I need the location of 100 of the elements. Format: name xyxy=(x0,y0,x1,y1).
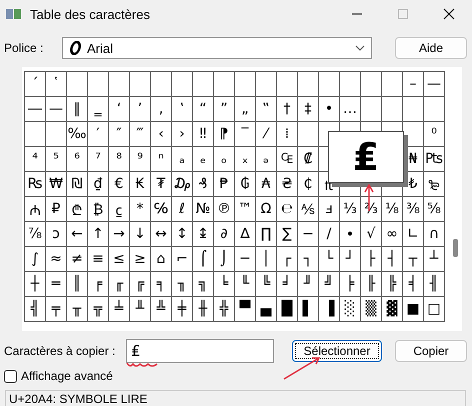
character-cell[interactable]: ≡ xyxy=(88,247,109,272)
character-cell[interactable]: ” xyxy=(214,97,235,122)
character-cell[interactable]: ╢ xyxy=(424,272,445,297)
character-cell[interactable]: ₧ xyxy=(424,147,445,172)
character-cell[interactable]: ‹ xyxy=(151,122,172,147)
character-cell[interactable]: № xyxy=(193,197,214,222)
character-cell[interactable]: ₠ xyxy=(277,147,298,172)
character-cell[interactable]: ┼ xyxy=(25,272,46,297)
character-cell[interactable]: ╞ xyxy=(340,272,361,297)
character-cell[interactable]: ℗ xyxy=(214,197,235,222)
character-cell[interactable]: ₯ xyxy=(172,172,193,197)
character-cell[interactable]: ℮ xyxy=(277,197,298,222)
character-cell[interactable]: ═ xyxy=(46,272,67,297)
character-cell[interactable]: ╨ xyxy=(130,297,151,322)
character-cell[interactable]: ∂ xyxy=(214,222,235,247)
character-cell[interactable]: ⃀ xyxy=(109,197,130,222)
character-cell[interactable]: ℓ xyxy=(172,197,193,222)
character-cell[interactable]: ║ xyxy=(67,272,88,297)
character-cell[interactable]: – xyxy=(403,72,424,97)
character-cell[interactable]: ₾ xyxy=(67,197,88,222)
character-cell[interactable]: † xyxy=(277,97,298,122)
character-cell[interactable]: ⅍ xyxy=(298,197,319,222)
copy-field[interactable]: ₤ xyxy=(126,339,274,363)
character-cell[interactable]: ´ xyxy=(25,72,46,97)
character-cell[interactable]: ₿ xyxy=(88,197,109,222)
character-cell[interactable]: ₵ xyxy=(298,172,319,197)
character-cell[interactable]: ↄ xyxy=(46,222,67,247)
character-cell[interactable]: ⅎ xyxy=(319,197,340,222)
character-cell[interactable]: ₰ xyxy=(193,172,214,197)
character-cell[interactable]: → xyxy=(109,222,130,247)
character-cell[interactable]: ▀ xyxy=(235,297,256,322)
character-cell[interactable]: ⁷ xyxy=(88,147,109,172)
character-cell[interactable]: ┘ xyxy=(340,247,361,272)
character-cell[interactable]: ≠ xyxy=(67,247,88,272)
character-cell[interactable]: ₒ xyxy=(214,147,235,172)
character-cell[interactable]: ‡ xyxy=(298,97,319,122)
character-cell[interactable]: ₩ xyxy=(46,172,67,197)
character-cell[interactable]: ╡ xyxy=(403,272,424,297)
character-cell[interactable]: ╤ xyxy=(46,297,67,322)
character-cell[interactable]: ∩ xyxy=(424,222,445,247)
character-cell[interactable]: › xyxy=(172,122,193,147)
character-cell[interactable]: * xyxy=(130,197,151,222)
character-cell[interactable]: ₑ xyxy=(193,147,214,172)
character-cell[interactable]: ‟ xyxy=(256,97,277,122)
character-cell[interactable]: ∑ xyxy=(277,222,298,247)
character-cell[interactable]: „ xyxy=(235,97,256,122)
character-cell[interactable]: ╥ xyxy=(67,297,88,322)
character-cell[interactable]: ₭ xyxy=(130,172,151,197)
character-cell[interactable]: ≥ xyxy=(130,247,151,272)
character-cell[interactable]: ₼ xyxy=(25,197,46,222)
character-cell[interactable]: ‚ xyxy=(151,97,172,122)
character-cell[interactable]: ← xyxy=(67,222,88,247)
character-cell[interactable]: − xyxy=(298,222,319,247)
character-cell[interactable]: ∏ xyxy=(256,222,277,247)
character-cell[interactable]: ⁹ xyxy=(130,147,151,172)
character-cell[interactable]: ≤ xyxy=(109,247,130,272)
character-cell[interactable]: ‘ xyxy=(109,97,130,122)
copy-button[interactable]: Copier xyxy=(395,340,467,362)
character-cell[interactable]: ╧ xyxy=(109,297,130,322)
character-cell[interactable]: ₻ xyxy=(424,172,445,197)
character-cell[interactable]: ╜ xyxy=(298,272,319,297)
character-cell[interactable]: ⌡ xyxy=(214,247,235,272)
character-cell[interactable]: ↨ xyxy=(193,222,214,247)
select-button[interactable]: Sélectionner xyxy=(292,340,382,362)
character-cell[interactable]: ┐ xyxy=(298,247,319,272)
font-dropdown[interactable]: Arial xyxy=(62,37,372,59)
character-cell[interactable]: … xyxy=(340,97,361,122)
character-cell[interactable]: ₴ xyxy=(277,172,298,197)
character-cell[interactable]: ∞ xyxy=(382,222,403,247)
character-cell[interactable]: ∙ xyxy=(340,222,361,247)
character-cell[interactable]: ⁴ xyxy=(25,147,46,172)
character-cell[interactable]: ╪ xyxy=(172,297,193,322)
character-cell[interactable]: ₳ xyxy=(256,172,277,197)
character-cell[interactable]: ℅ xyxy=(151,197,172,222)
character-cell[interactable]: ⅓ xyxy=(340,197,361,222)
character-cell[interactable]: ╔ xyxy=(130,272,151,297)
character-cell[interactable]: ₽ xyxy=(46,197,67,222)
character-cell[interactable]: ∟ xyxy=(403,222,424,247)
character-cell[interactable]: ▒ xyxy=(361,297,382,322)
character-cell[interactable]: — xyxy=(424,72,445,97)
character-cell[interactable]: ₲ xyxy=(235,172,256,197)
character-cell[interactable]: ⁰ xyxy=(424,122,445,147)
character-cell[interactable]: ╗ xyxy=(193,272,214,297)
character-cell[interactable]: ╩ xyxy=(151,297,172,322)
character-cell[interactable]: ■ xyxy=(403,297,424,322)
character-cell[interactable]: │ xyxy=(256,247,277,272)
character-cell[interactable]: ╖ xyxy=(172,272,193,297)
character-cell[interactable]: ╒ xyxy=(88,272,109,297)
character-cell[interactable]: • xyxy=(319,97,340,122)
character-cell[interactable]: ₡ xyxy=(298,147,319,172)
character-cell[interactable]: ─ xyxy=(235,247,256,272)
character-cell[interactable]: ™ xyxy=(235,197,256,222)
character-cell[interactable]: “ xyxy=(193,97,214,122)
character-cell[interactable]: ⌠ xyxy=(193,247,214,272)
character-cell[interactable]: █ xyxy=(277,297,298,322)
character-cell[interactable]: ┴ xyxy=(424,247,445,272)
character-cell[interactable]: ⅞ xyxy=(25,222,46,247)
character-cell[interactable]: ⅛ xyxy=(382,197,403,222)
character-cell[interactable]: ╟ xyxy=(361,272,382,297)
help-button[interactable]: Aide xyxy=(395,37,467,59)
